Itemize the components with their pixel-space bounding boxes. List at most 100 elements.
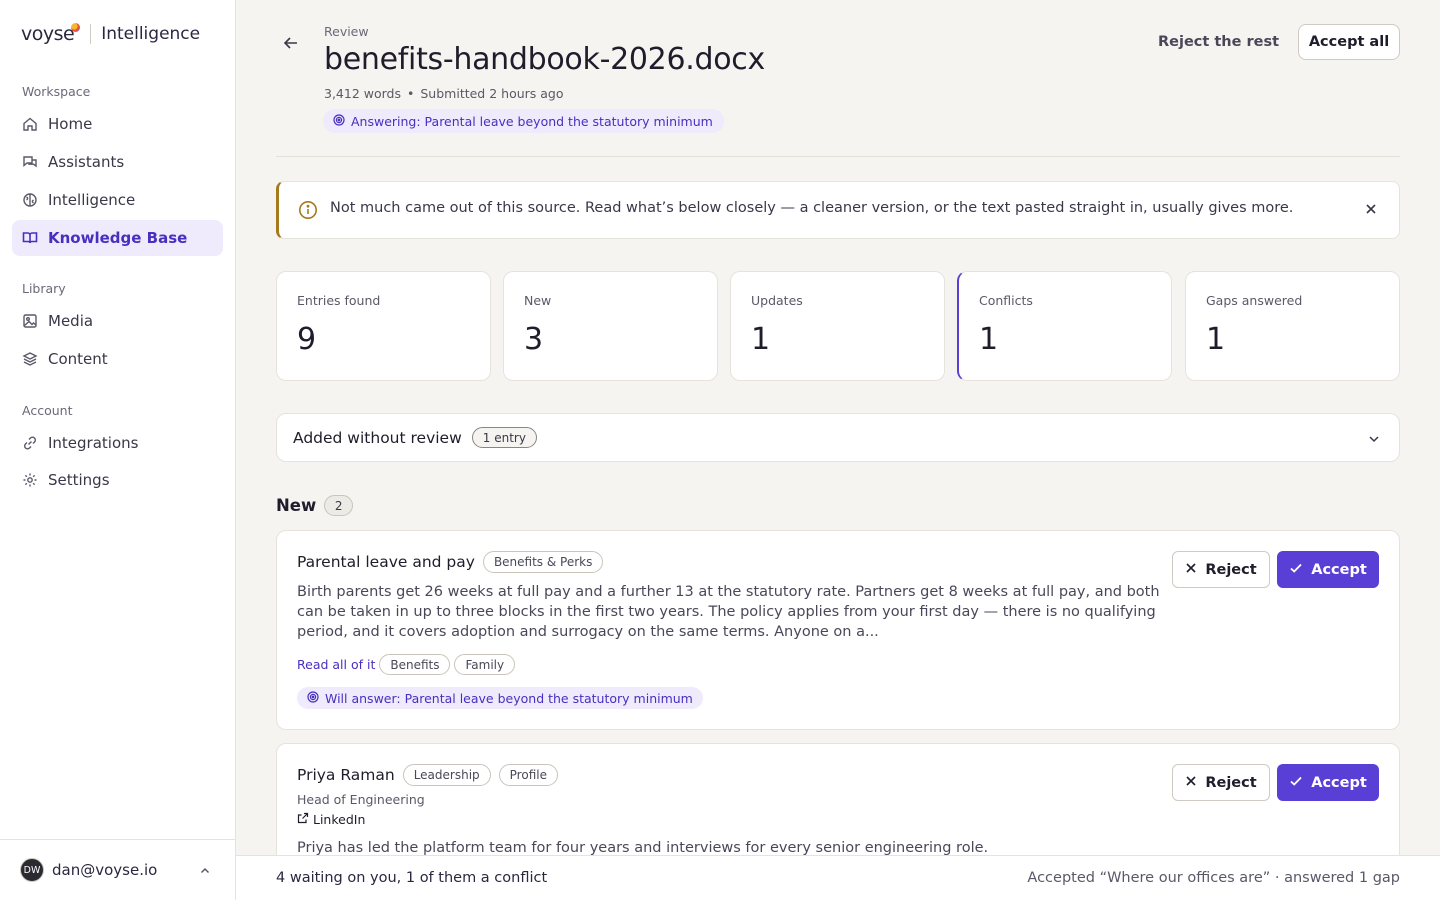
answering-chip: Answering: Parental leave beyond the sta… [323,109,724,133]
card-title: Parental leave and pay [297,553,475,571]
reject-rest-button[interactable]: Reject the rest [1158,34,1279,50]
sidebar-item-label: Integrations [48,434,139,452]
check-icon [1289,774,1303,792]
stat-value: 1 [979,322,999,357]
stat-value: 1 [1206,322,1226,357]
accept-label: Accept [1311,561,1367,578]
sidebar-item-label: Intelligence [48,191,136,209]
home-icon [22,116,38,132]
stat-conflicts[interactable]: Conflicts 1 [957,271,1172,381]
sidebar-item-home[interactable]: Home [12,106,223,142]
sidebar-item-content[interactable]: Content [12,341,223,377]
accept-all-button[interactable]: Accept all [1298,24,1400,60]
stat-updates[interactable]: Updates 1 [730,271,945,381]
stat-label: New [524,293,552,308]
accept-button[interactable]: Accept [1277,764,1379,801]
nav-section-library: Library [22,281,66,296]
brand-logo-mark [71,23,81,32]
sidebar-item-integrations[interactable]: Integrations [12,425,223,461]
page-title: benefits-handbook-2026.docx [324,42,765,77]
brand-logo: voyse [21,23,81,45]
nav-section-workspace: Workspace [22,84,91,99]
card-body: Priya has led the platform team for four… [297,840,989,855]
link-icon [22,435,38,451]
accept-button[interactable]: Accept [1277,551,1379,588]
tag: Benefits [379,654,451,675]
brand-product-name: Intelligence [101,24,201,44]
sidebar-item-assistants[interactable]: Assistants [12,144,223,180]
linkedin-link[interactable]: LinkedIn [297,812,365,827]
tag: Profile [498,764,558,786]
accept-label: Accept [1311,774,1367,791]
card-title-row: Parental leave and pay Benefits & Perks [297,551,604,573]
stat-value: 9 [297,322,317,357]
waiting-status: 4 waiting on you, 1 of them a conflict [276,870,548,886]
tag: Family [454,654,516,675]
section-count-badge: 2 [324,495,354,516]
stat-label: Updates [751,293,803,308]
target-icon [333,113,345,129]
stat-gaps-answered[interactable]: Gaps answered 1 [1185,271,1400,381]
brand-divider [90,24,92,44]
card-tag-row: Read all of it Benefits Family [297,654,516,675]
stat-label: Conflicts [979,293,1033,308]
card-title-row: Priya Raman Leadership Profile [297,764,558,786]
will-answer-label: Will answer: Parental leave beyond the s… [325,690,693,706]
header-divider [276,156,1400,157]
panel-title: Added without review [293,428,462,447]
nav-section-account: Account [22,403,73,418]
sidebar-item-label: Media [48,312,94,330]
back-arrow-icon[interactable] [280,32,302,54]
category-tag: Benefits & Perks [482,551,604,573]
chevron-up-icon[interactable] [199,862,211,881]
card-title: Priya Raman [297,766,395,784]
sidebar-item-label: Assistants [48,153,125,171]
word-count: 3,412 words [324,86,401,101]
entry-card: Parental leave and pay Benefits & Perks … [276,530,1400,730]
read-more-link[interactable]: Read all of it [297,657,375,672]
brain-icon [22,192,38,208]
stat-label: Gaps answered [1206,293,1303,308]
brand[interactable]: voyse Intelligence [21,20,200,48]
added-without-review-panel[interactable]: Added without review 1 entry [276,413,1400,462]
sidebar-item-settings[interactable]: Settings [12,462,223,498]
close-icon [1185,775,1197,791]
image-icon [22,313,38,329]
stat-value: 3 [524,322,544,357]
chat-icon [22,154,38,170]
sidebar-item-intelligence[interactable]: Intelligence [12,182,223,218]
entry-card: Priya Raman Leadership Profile Head of E… [276,743,1400,855]
layers-icon [22,351,38,367]
sidebar: voyse Intelligence Workspace Home Assist… [0,0,236,900]
link-label: LinkedIn [313,812,366,827]
page-eyebrow: Review [324,24,369,39]
user-menu[interactable]: DW dan@voyse.io [0,839,235,900]
document-meta: 3,412 words • Submitted 2 hours ago [324,86,564,101]
gear-icon [22,472,38,488]
will-answer-chip: Will answer: Parental leave beyond the s… [297,687,703,709]
stat-label: Entries found [297,293,381,308]
section-title: New [276,496,317,515]
chevron-down-icon[interactable] [1367,431,1381,450]
reject-button[interactable]: Reject [1172,764,1270,801]
close-icon[interactable] [1363,201,1379,217]
tag: Leadership [402,764,491,786]
sidebar-item-knowledge-base[interactable]: Knowledge Base [12,220,223,256]
card-body: Birth parents get 26 weeks at full pay a… [297,584,1160,640]
sidebar-item-media[interactable]: Media [12,303,223,339]
new-section-header: New 2 [276,495,354,516]
reject-label: Reject [1205,561,1257,578]
stat-entries-found[interactable]: Entries found 9 [276,271,491,381]
sidebar-item-label: Knowledge Base [48,229,188,247]
stat-new[interactable]: New 3 [503,271,718,381]
notice-text: Not much came out of this source. Read w… [330,200,1294,216]
book-icon [22,230,38,246]
submitted-time: Submitted 2 hours ago [420,86,564,101]
card-subtitle: Head of Engineering [297,792,425,807]
activity-status: Accepted “Where our offices are” · answe… [1027,870,1400,886]
sidebar-item-label: Settings [48,471,110,489]
sidebar-item-label: Content [48,350,108,368]
avatar: DW [20,858,44,882]
reject-button[interactable]: Reject [1172,551,1270,588]
notice-banner: Not much came out of this source. Read w… [276,181,1400,239]
